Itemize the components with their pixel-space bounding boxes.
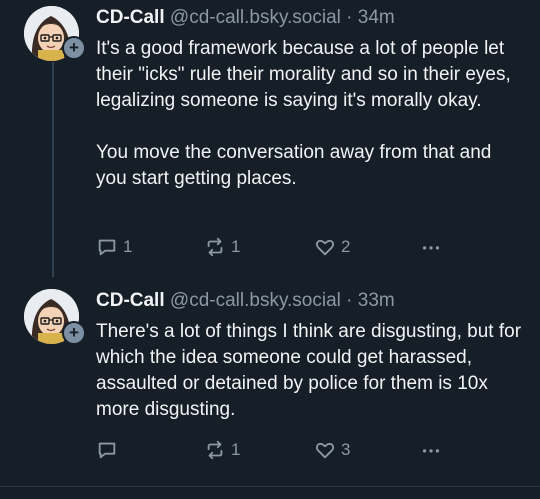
post-actions: 1 1 2 — [96, 234, 456, 260]
ellipsis-icon — [422, 449, 440, 453]
heart-icon — [315, 442, 335, 459]
reply-button[interactable]: 1 — [96, 234, 132, 260]
post-actions: 1 3 — [96, 437, 456, 463]
repost-button[interactable]: 1 — [204, 234, 240, 260]
reply-button[interactable] — [96, 437, 123, 463]
post[interactable]: + CD-Call @cd-call.bsky.social · 34m It'… — [0, 0, 540, 283]
follow-plus-icon[interactable]: + — [62, 36, 86, 60]
like-button[interactable]: 2 — [314, 234, 350, 260]
follow-plus-icon[interactable]: + — [62, 321, 86, 345]
post[interactable]: + CD-Call @cd-call.bsky.social · 33m The… — [0, 283, 540, 486]
more-options-button[interactable] — [420, 234, 442, 260]
like-count: 3 — [341, 440, 351, 459]
ellipsis-icon — [422, 246, 440, 250]
repost-count: 1 — [231, 237, 241, 256]
heart-icon — [315, 239, 335, 256]
timestamp[interactable]: 34m — [358, 7, 395, 28]
divider — [0, 486, 540, 487]
handle[interactable]: @cd-call.bsky.social — [170, 7, 341, 28]
post-text: There's a lot of things I think are disg… — [96, 319, 526, 423]
handle[interactable]: @cd-call.bsky.social — [170, 290, 341, 311]
speech-bubble-icon — [98, 442, 116, 459]
separator: · — [346, 7, 353, 28]
like-count: 2 — [341, 237, 351, 256]
separator: · — [346, 290, 353, 311]
display-name[interactable]: CD-Call — [96, 290, 165, 311]
speech-bubble-icon — [98, 239, 116, 256]
like-button[interactable]: 3 — [314, 437, 350, 463]
thread-line — [52, 62, 54, 277]
more-options-button[interactable] — [420, 437, 442, 463]
post-paragraph: You move the conversation away from that… — [96, 142, 492, 189]
post-paragraph: It's a good framework because a lot of p… — [96, 38, 511, 111]
repost-count: 1 — [231, 440, 241, 459]
repost-arrows-icon — [207, 440, 223, 460]
timestamp[interactable]: 33m — [358, 290, 395, 311]
thread-feed: + CD-Call @cd-call.bsky.social · 34m It'… — [0, 0, 540, 499]
post-header: CD-Call @cd-call.bsky.social · 33m — [96, 289, 395, 313]
post-header: CD-Call @cd-call.bsky.social · 34m — [96, 6, 395, 30]
post-text: It's a good framework because a lot of p… — [96, 36, 526, 192]
repost-arrows-icon — [207, 237, 223, 257]
post-paragraph: There's a lot of things I think are disg… — [96, 321, 522, 420]
display-name[interactable]: CD-Call — [96, 7, 165, 28]
reply-count: 1 — [123, 237, 133, 256]
repost-button[interactable]: 1 — [204, 437, 240, 463]
